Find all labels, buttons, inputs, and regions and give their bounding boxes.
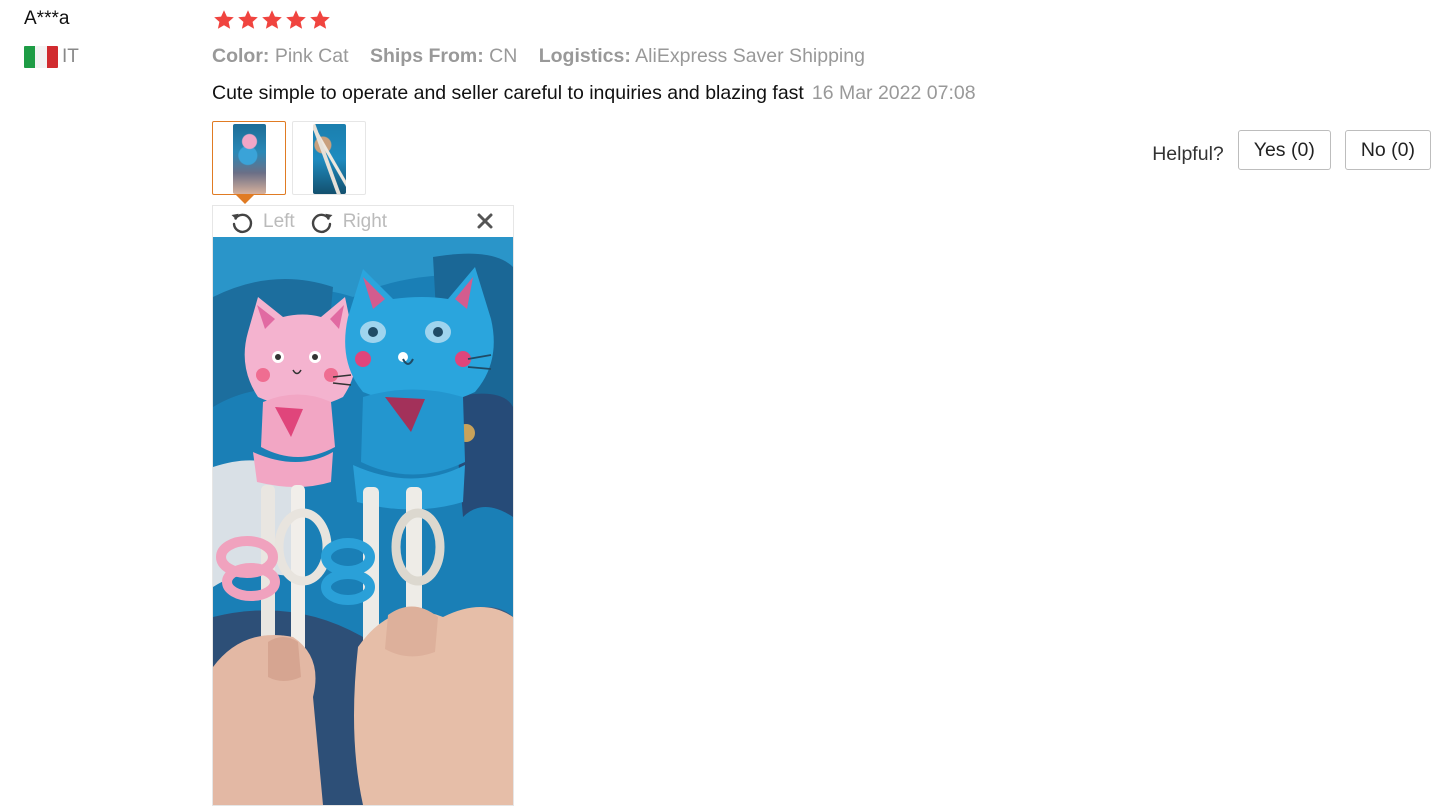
ships-from-key: Ships From: — [369, 45, 484, 67]
photo-viewer-toolbar: Left Right — [213, 206, 513, 237]
photo-viewer: Left Right — [212, 205, 514, 806]
review-photo-illustration — [213, 237, 513, 805]
helpful-section: Helpful? Yes (0) No (0) — [1152, 130, 1431, 170]
ships-from-value: CN — [489, 45, 518, 67]
active-thumbnail-pointer — [236, 195, 254, 204]
review-date: 16 Mar 2022 07:08 — [811, 82, 976, 104]
review-page: A***a IT Color: Pink Cat Ships From: CN … — [0, 0, 1431, 812]
rotate-right-icon — [309, 209, 335, 235]
country-code: IT — [62, 46, 79, 67]
color-key: Color: — [212, 45, 270, 67]
reviewer-country: IT — [24, 46, 194, 68]
photo-thumbnail-1[interactable] — [212, 121, 286, 195]
reviewer-info: A***a IT — [24, 6, 194, 68]
star-icon — [308, 8, 332, 32]
color-value: Pink Cat — [274, 45, 349, 67]
star-icon — [212, 8, 236, 32]
photo-thumbnails — [212, 121, 366, 195]
rotate-right-label: Right — [342, 210, 388, 232]
star-icon — [236, 8, 260, 32]
thumbnail-image — [313, 124, 346, 194]
helpful-label: Helpful? — [1152, 142, 1224, 165]
italy-flag-icon — [24, 46, 58, 68]
star-icon — [260, 8, 284, 32]
review-photo-large — [213, 237, 513, 805]
rotate-left-button[interactable]: Left — [229, 209, 295, 235]
photo-thumbnail-2[interactable] — [292, 121, 366, 195]
review-text: Cute simple to operate and seller carefu… — [212, 82, 804, 104]
review-body: Cute simple to operate and seller carefu… — [212, 79, 976, 107]
star-icon — [284, 8, 308, 32]
helpful-yes-button[interactable]: Yes (0) — [1237, 130, 1331, 170]
thumbnail-image — [233, 124, 266, 194]
rotate-right-button[interactable]: Right — [309, 209, 387, 235]
logistics-value: AliExpress Saver Shipping — [635, 45, 865, 67]
close-viewer-button[interactable] — [475, 211, 495, 231]
close-icon — [475, 211, 495, 231]
reviewer-name: A***a — [24, 8, 70, 29]
logistics-key: Logistics: — [538, 45, 631, 67]
helpful-no-button[interactable]: No (0) — [1344, 130, 1431, 170]
review-meta: Color: Pink Cat Ships From: CN Logistics… — [212, 42, 881, 70]
rotate-left-icon — [229, 209, 255, 235]
star-rating — [212, 8, 332, 32]
rotate-left-label: Left — [263, 210, 295, 232]
